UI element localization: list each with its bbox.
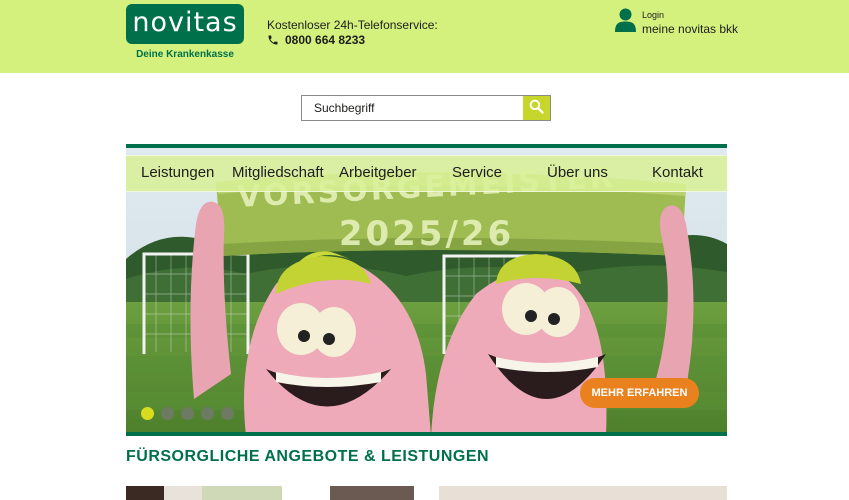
offer-card-image-1[interactable]	[126, 486, 164, 500]
novitas-logo[interactable]: novitas	[126, 4, 244, 44]
logo-tagline: Deine Krankenkasse	[136, 49, 234, 60]
hero-top-border	[126, 144, 727, 148]
login-account-label: meine novitas bkk	[642, 22, 739, 36]
phone-icon	[267, 34, 279, 46]
carousel-dot-2[interactable]	[161, 407, 174, 420]
section-title: FÜRSORGLICHE ANGEBOTE & LEISTUNGEN	[126, 448, 490, 465]
carousel-dot-1[interactable]	[141, 407, 154, 420]
login-text: Login meine novitas bkk	[642, 8, 738, 36]
hero-banner-season: 2025/26	[338, 214, 515, 254]
nav-item-service[interactable]: Service	[452, 164, 502, 181]
carousel-dot-4[interactable]	[201, 407, 214, 420]
offer-card-image-3[interactable]	[330, 486, 414, 500]
nav-item-leistungen[interactable]: Leistungen	[141, 164, 214, 181]
search-button[interactable]	[523, 96, 550, 120]
nav-item-mitgliedschaft[interactable]: Mitgliedschaft	[232, 164, 324, 181]
hotline-label: Kostenloser 24h-Telefonservice:	[267, 18, 438, 32]
top-header: novitas Deine Krankenkasse Kostenloser 2…	[0, 0, 849, 73]
hero-carousel: VORSORGEMEISTER 2025/26 Leistungen Mitgl…	[126, 144, 727, 436]
carousel-dot-5[interactable]	[221, 407, 234, 420]
nav-item-arbeitgeber[interactable]: Arbeitgeber	[339, 164, 417, 181]
login-label: Login	[642, 10, 665, 20]
search-icon	[529, 99, 544, 117]
carousel-pagination	[141, 407, 234, 420]
search-bar	[301, 95, 551, 121]
nav-item-ueber-uns[interactable]: Über uns	[547, 164, 608, 181]
user-icon	[615, 8, 636, 32]
nav-item-kontakt[interactable]: Kontakt	[652, 164, 703, 181]
login-link[interactable]: Login meine novitas bkk	[615, 8, 738, 36]
hotline-number[interactable]: 0800 664 8233	[267, 33, 365, 47]
search-input[interactable]	[302, 96, 523, 120]
offer-card-image-1b	[164, 486, 202, 500]
main-navigation: Leistungen Mitgliedschaft Arbeitgeber Se…	[126, 155, 727, 192]
mehr-erfahren-button[interactable]: MEHR ERFAHREN	[580, 378, 699, 408]
offer-card-image-4[interactable]	[439, 486, 727, 500]
offer-card-image-2[interactable]	[202, 486, 282, 500]
hero-bottom-border	[126, 432, 727, 436]
hotline-number-text: 0800 664 8233	[285, 33, 366, 47]
carousel-dot-3[interactable]	[181, 407, 194, 420]
